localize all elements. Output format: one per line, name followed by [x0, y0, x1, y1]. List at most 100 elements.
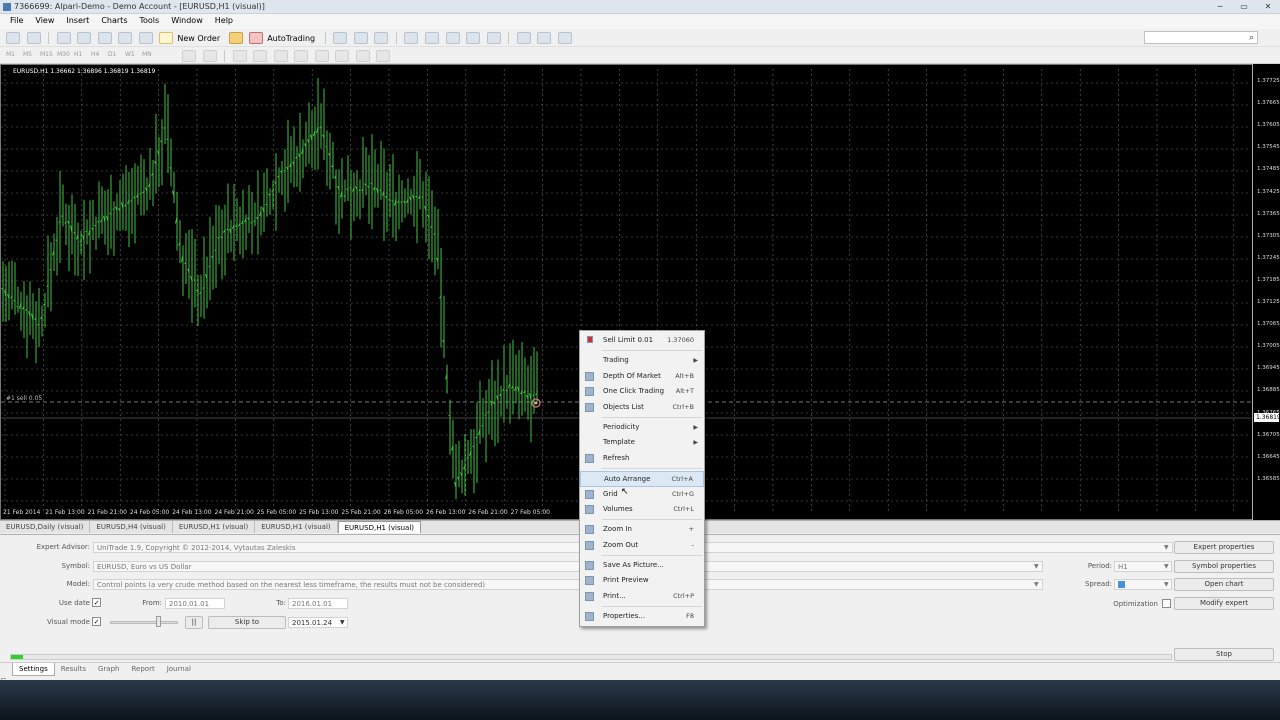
timeframe-h4[interactable]: H4	[91, 51, 108, 58]
tab-report[interactable]: Report	[125, 663, 160, 675]
search-input[interactable]: ⌕	[1144, 31, 1258, 44]
timeframe-mn[interactable]: MN	[142, 51, 159, 58]
context-item-sell-limit-0-01[interactable]: Sell Limit 0.01 1.37060	[580, 333, 704, 348]
context-item-save-as-picture[interactable]: Save As Picture...	[580, 558, 704, 573]
chart-tab[interactable]: EURUSD,Daily (visual)	[0, 521, 91, 533]
use-date-checkbox[interactable]: ✓	[92, 598, 101, 607]
speed-slider-track[interactable]	[110, 621, 178, 624]
context-item-objects-list[interactable]: Objects List Ctrl+B	[580, 400, 704, 415]
context-item-periodicity[interactable]: Periodicity ▶	[580, 420, 704, 435]
menu-help[interactable]: Help	[209, 14, 239, 27]
chart-tab[interactable]: EURUSD,H4 (visual)	[90, 521, 173, 533]
chart-tab[interactable]: EURUSD,H1 (visual)	[337, 521, 422, 533]
indicators-icon[interactable]	[516, 32, 531, 44]
market-watch-icon[interactable]	[56, 32, 71, 44]
timeframe-m30[interactable]: M30	[57, 51, 74, 58]
timeframe-m5[interactable]: M5	[23, 51, 40, 58]
context-item-print-preview[interactable]: Print Preview	[580, 573, 704, 588]
menu-window[interactable]: Window	[165, 14, 209, 27]
open-chart-button[interactable]: Open chart	[1174, 578, 1274, 591]
arrows-icon[interactable]	[376, 50, 391, 62]
new-order-icon[interactable]	[159, 32, 174, 44]
skip-to-button[interactable]: Skip to	[208, 616, 286, 629]
crosshair-icon[interactable]	[202, 50, 217, 62]
context-item-refresh[interactable]: Refresh	[580, 451, 704, 466]
tab-journal[interactable]: Journal	[161, 663, 197, 675]
new-order-button[interactable]: New Order	[177, 34, 220, 43]
maximize-button[interactable]: ▭	[1236, 1, 1252, 12]
context-item-properties[interactable]: Properties... F8	[580, 609, 704, 624]
symbol-select[interactable]: EURUSD, Euro vs US Dollar	[93, 561, 1043, 572]
model-select[interactable]: Control points (a very crude method base…	[93, 579, 1043, 590]
skip-to-date-input[interactable]: 2015.01.24	[288, 617, 348, 628]
optimization-checkbox[interactable]	[1162, 599, 1171, 608]
context-item-zoom-out[interactable]: Zoom Out -	[580, 538, 704, 553]
chevron-down-icon[interactable]: ▼	[1034, 581, 1039, 588]
tab-results[interactable]: Results	[55, 663, 92, 675]
timeframe-h1[interactable]: H1	[74, 51, 91, 58]
close-button[interactable]: ✕	[1260, 1, 1276, 12]
fibonacci-icon[interactable]	[314, 50, 329, 62]
context-item-trading[interactable]: Trading ▶	[580, 353, 704, 368]
stop-button[interactable]: Stop	[1174, 648, 1274, 661]
line-chart-icon[interactable]	[374, 32, 389, 44]
metaeditor-icon[interactable]	[228, 32, 243, 44]
menu-charts[interactable]: Charts	[95, 14, 133, 27]
auto-trading-icon[interactable]	[249, 32, 264, 44]
chevron-down-icon[interactable]: ▼	[340, 619, 345, 626]
chevron-down-icon[interactable]: ▼	[1164, 581, 1169, 588]
auto-trading-button[interactable]: AutoTrading	[267, 34, 315, 43]
context-item-grid[interactable]: Grid Ctrl+G	[580, 487, 704, 502]
context-item-one-click-trading[interactable]: One Click Trading Alt+T	[580, 384, 704, 399]
text-icon[interactable]	[335, 50, 350, 62]
horizontal-line-icon[interactable]	[253, 50, 268, 62]
profiles-icon[interactable]	[26, 32, 41, 44]
to-date-input[interactable]: 2016.01.01	[288, 598, 348, 609]
zoom-out-icon[interactable]	[424, 32, 439, 44]
minimize-button[interactable]: ─	[1212, 1, 1228, 12]
periods-icon[interactable]	[537, 32, 552, 44]
speed-slider-handle[interactable]	[156, 616, 161, 627]
context-item-auto-arrange[interactable]: Auto Arrange Ctrl+A	[580, 471, 704, 487]
menu-tools[interactable]: Tools	[133, 14, 165, 27]
context-item-depth-of-market[interactable]: Depth Of Market Alt+B	[580, 369, 704, 384]
bar-chart-icon[interactable]	[333, 32, 348, 44]
tab-settings[interactable]: Settings	[12, 663, 55, 676]
strategy-tester-icon[interactable]	[138, 32, 153, 44]
context-item-template[interactable]: Template ▶	[580, 435, 704, 450]
pause-button[interactable]: ||	[185, 616, 203, 629]
terminal-icon[interactable]	[118, 32, 133, 44]
timeframe-d1[interactable]: D1	[108, 51, 125, 58]
cursor-icon[interactable]	[182, 50, 196, 62]
channel-icon[interactable]	[294, 50, 309, 62]
symbol-properties-button[interactable]: Symbol properties	[1174, 560, 1274, 573]
data-window-icon[interactable]	[97, 32, 112, 44]
context-item-volumes[interactable]: Volumes Ctrl+L	[580, 502, 704, 517]
timeframe-m1[interactable]: M1	[6, 51, 23, 58]
auto-scroll-icon[interactable]	[486, 32, 501, 44]
context-item-zoom-in[interactable]: Zoom In +	[580, 522, 704, 537]
candlestick-icon[interactable]	[353, 32, 368, 44]
tab-graph[interactable]: Graph	[92, 663, 125, 675]
templates-icon[interactable]	[557, 32, 572, 44]
zoom-in-icon[interactable]	[404, 32, 419, 44]
new-chart-icon[interactable]	[6, 32, 20, 44]
menu-view[interactable]: View	[29, 14, 60, 27]
chart-tab[interactable]: EURUSD,H1 (visual)	[173, 521, 256, 533]
context-item-print[interactable]: Print... Ctrl+P	[580, 589, 704, 604]
search-icon[interactable]: ⌕	[1249, 33, 1254, 43]
menu-insert[interactable]: Insert	[60, 14, 95, 27]
text-label-icon[interactable]	[355, 50, 370, 62]
chart-shift-icon[interactable]	[466, 32, 481, 44]
chevron-down-icon[interactable]: ▼	[1164, 544, 1169, 551]
trendline-icon[interactable]	[273, 50, 288, 62]
menu-file[interactable]: File	[4, 14, 29, 27]
expert-properties-button[interactable]: Expert properties	[1174, 541, 1274, 554]
chart-tab[interactable]: EURUSD,H1 (visual)	[255, 521, 338, 533]
vertical-line-icon[interactable]	[232, 50, 247, 62]
navigator-icon[interactable]	[77, 32, 92, 44]
timeframe-m15[interactable]: M15	[40, 51, 57, 58]
visual-mode-checkbox[interactable]: ✓	[92, 617, 101, 626]
chevron-down-icon[interactable]: ▼	[1164, 563, 1169, 570]
from-date-input[interactable]: 2010.01.01	[165, 598, 225, 609]
